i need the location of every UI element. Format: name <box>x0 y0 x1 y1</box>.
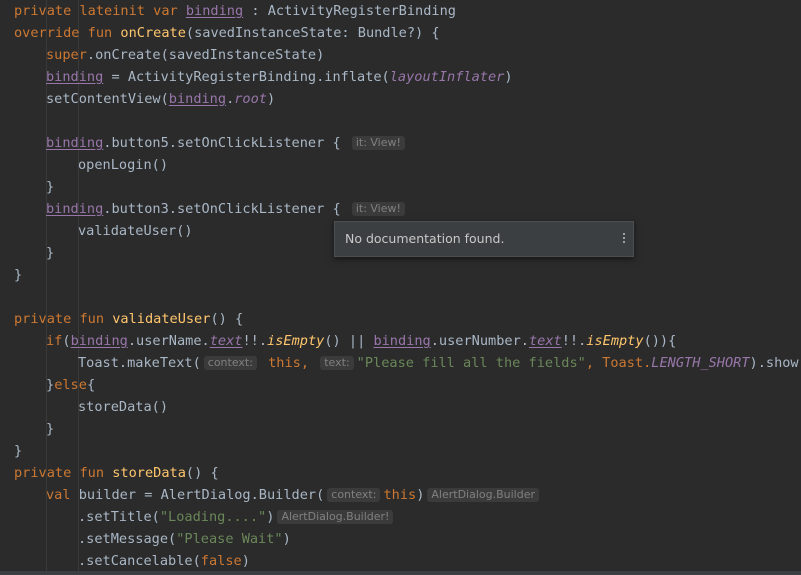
inlay-hint: context: <box>327 488 381 502</box>
code-line-23: .setMessage("Please Wait") <box>78 531 291 547</box>
code-line-18: } <box>46 421 55 437</box>
code-line-11: } <box>46 245 55 261</box>
inlay-hint: AlertDialog.Builder <box>427 488 540 502</box>
code-line-4: binding = ActivityRegisterBinding.inflat… <box>46 69 513 85</box>
documentation-popup: No documentation found. <box>334 221 634 257</box>
inlay-hint: text: <box>320 356 354 370</box>
code-line-20: private fun storeData() { <box>14 465 219 481</box>
code-line-12: } <box>14 267 23 283</box>
code-line-24: .setCancelable(false) <box>78 553 250 569</box>
inlay-hint: AlertDialog.Builder! <box>277 510 394 524</box>
code-line-7: openLogin() <box>78 157 169 173</box>
code-line-5: setContentView(binding.root) <box>46 91 276 107</box>
code-line-15: Toast.makeText(context: this, text: "Plea… <box>78 355 801 371</box>
more-vertical-icon[interactable] <box>621 231 627 247</box>
popup-message: No documentation found. <box>345 231 505 246</box>
code-line-17: storeData() <box>78 399 169 415</box>
code-line-2: override fun onCreate(savedInstanceState… <box>14 25 440 41</box>
code-line-6: binding.button5.setOnClickListener { it:… <box>46 132 408 154</box>
code-line-14: if(binding.userName.text!!.isEmpty() || … <box>46 333 677 349</box>
code-line-21: val builder = AlertDialog.Builder(contex… <box>46 484 542 506</box>
code-line-10: validateUser() <box>78 223 193 239</box>
inlay-hint: it: View! <box>351 202 405 216</box>
code-line-22: .setTitle("Loading....") AlertDialog.Buil… <box>78 506 396 528</box>
code-line-8: } <box>46 179 55 195</box>
status-bar <box>0 571 801 575</box>
code-line-13: private fun validateUser() { <box>14 311 244 327</box>
code-line-3: super.onCreate(savedInstanceState) <box>46 47 325 63</box>
code-line-9: binding.button3.setOnClickListener { it:… <box>46 198 408 220</box>
code-line-16: }else{ <box>46 377 96 393</box>
code-line-1: private lateinit var binding : ActivityR… <box>14 3 456 19</box>
inlay-hint: it: View! <box>351 136 405 150</box>
inlay-hint: context: <box>203 356 257 370</box>
code-line-19: } <box>14 443 23 459</box>
code-editor[interactable]: private lateinit var binding : ActivityR… <box>0 0 801 575</box>
